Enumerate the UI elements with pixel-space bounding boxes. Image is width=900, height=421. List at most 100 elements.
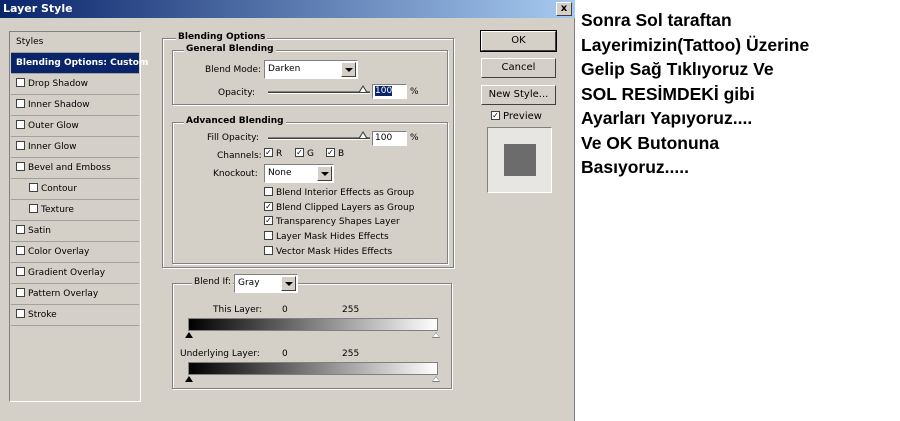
chevron-down-icon[interactable] xyxy=(341,62,356,77)
option-label: Transparency Shapes Layer xyxy=(276,217,400,228)
channel-r[interactable]: ✓ R xyxy=(264,148,282,159)
option-checkbox[interactable]: ✓ xyxy=(264,201,273,211)
option-blend-interior-effects-as-group[interactable]: Blend Interior Effects as Group xyxy=(264,187,414,198)
this-layer-black-handle[interactable] xyxy=(185,332,193,338)
opacity-slider[interactable] xyxy=(268,91,370,94)
blend-if-label: Blend If: xyxy=(192,277,234,287)
this-layer-label: This Layer: xyxy=(213,305,263,315)
blend-mode-label: Blend Mode: xyxy=(205,65,262,75)
underlying-layer-label: Underlying Layer: xyxy=(180,349,260,359)
style-item-label: Drop Shadow xyxy=(28,79,89,89)
chevron-down-icon[interactable] xyxy=(317,166,332,181)
blend-mode-select[interactable]: Darken xyxy=(264,60,358,79)
knockout-value: None xyxy=(268,168,292,178)
style-item-satin[interactable]: Satin xyxy=(11,221,139,242)
blend-mode-value: Darken xyxy=(268,64,301,74)
option-layer-mask-hides-effects[interactable]: Layer Mask Hides Effects xyxy=(264,231,389,243)
style-item-checkbox[interactable] xyxy=(16,99,25,108)
preview-swatch xyxy=(504,144,536,176)
style-item-bevel-and-emboss[interactable]: Bevel and Emboss xyxy=(11,158,139,179)
style-item-label: Color Overlay xyxy=(28,247,90,257)
style-item-pattern-overlay[interactable]: Pattern Overlay xyxy=(11,284,139,305)
style-item-checkbox[interactable] xyxy=(16,246,25,255)
style-item-outer-glow[interactable]: Outer Glow xyxy=(11,116,139,137)
styles-list: Styles Blending Options: Custom Drop Shad… xyxy=(9,31,148,402)
option-label: Layer Mask Hides Effects xyxy=(276,232,389,243)
opacity-slider-thumb[interactable] xyxy=(358,85,368,93)
knockout-select[interactable]: None xyxy=(264,164,334,183)
underlying-black-handle[interactable] xyxy=(185,376,193,382)
this-layer-white-handle[interactable] xyxy=(432,332,440,338)
this-layer-gradient xyxy=(188,318,438,331)
style-item-gradient-overlay[interactable]: Gradient Overlay xyxy=(11,263,139,284)
style-item-label: Satin xyxy=(28,226,51,236)
opacity-percent: % xyxy=(410,87,419,97)
this-layer-max: 255 xyxy=(342,305,360,315)
option-checkbox[interactable]: ✓ xyxy=(264,216,273,226)
option-label: Vector Mask Hides Effects xyxy=(276,246,393,257)
style-item-checkbox[interactable] xyxy=(16,309,25,318)
option-vector-mask-hides-effects[interactable]: Vector Mask Hides Effects xyxy=(264,245,393,257)
option-checkbox[interactable] xyxy=(264,187,273,196)
style-item-label: Inner Glow xyxy=(28,142,77,152)
channel-b[interactable]: ✓ B xyxy=(326,148,344,159)
style-item-label: Gradient Overlay xyxy=(28,268,106,278)
new-style-button[interactable]: New Style... xyxy=(481,85,556,105)
style-item-checkbox[interactable] xyxy=(29,183,38,192)
style-item-stroke[interactable]: Stroke xyxy=(11,305,139,326)
style-item-checkbox[interactable] xyxy=(16,78,25,87)
style-item-checkbox[interactable] xyxy=(16,225,25,234)
style-item-label: Contour xyxy=(41,184,77,194)
styles-header[interactable]: Styles xyxy=(11,32,139,53)
knockout-label: Knockout: xyxy=(213,169,258,179)
close-button[interactable]: x xyxy=(556,2,572,16)
style-item-checkbox[interactable] xyxy=(16,120,25,129)
style-item-label: Pattern Overlay xyxy=(28,289,99,299)
underlying-min: 0 xyxy=(282,349,288,359)
option-blend-clipped-layers-as-group[interactable]: ✓ Blend Clipped Layers as Group xyxy=(264,201,415,213)
channel-g-checkbox[interactable]: ✓ xyxy=(295,148,304,157)
style-item-checkbox[interactable] xyxy=(29,204,38,213)
this-layer-min: 0 xyxy=(282,305,288,315)
channel-g[interactable]: ✓ G xyxy=(295,148,314,159)
ok-button[interactable]: OK xyxy=(480,30,557,52)
style-item-checkbox[interactable] xyxy=(16,288,25,297)
preview-toggle[interactable]: ✓ Preview xyxy=(491,110,542,122)
fill-opacity-label: Fill Opacity: xyxy=(207,133,259,143)
style-item-blending-options-custom[interactable]: Blending Options: Custom xyxy=(11,53,148,74)
fill-opacity-slider[interactable] xyxy=(268,137,370,140)
underlying-white-handle[interactable] xyxy=(432,376,440,382)
style-item-checkbox[interactable] xyxy=(16,267,25,276)
channel-r-checkbox[interactable]: ✓ xyxy=(264,148,273,157)
style-item-contour[interactable]: Contour xyxy=(11,179,139,200)
window-title: Layer Style xyxy=(3,2,73,15)
tutorial-annotation: Sonra Sol taraftan Layerimizin(Tattoo) Ü… xyxy=(581,10,810,177)
preview-box xyxy=(487,127,552,193)
style-item-checkbox[interactable] xyxy=(16,141,25,150)
style-item-inner-shadow[interactable]: Inner Shadow xyxy=(11,95,139,116)
fill-opacity-input[interactable]: 100 xyxy=(372,131,407,146)
style-item-label: Blending Options: Custom xyxy=(16,58,149,68)
underlying-gradient xyxy=(188,362,438,375)
option-checkbox[interactable] xyxy=(264,245,273,255)
title-bar[interactable]: Layer Style x xyxy=(0,0,575,18)
style-item-color-overlay[interactable]: Color Overlay xyxy=(11,242,139,263)
style-item-inner-glow[interactable]: Inner Glow xyxy=(11,137,139,158)
option-label: Blend Clipped Layers as Group xyxy=(276,202,415,213)
fill-opacity-slider-thumb[interactable] xyxy=(358,131,368,139)
cancel-button[interactable]: Cancel xyxy=(481,58,556,78)
opacity-input[interactable]: 100 xyxy=(372,84,407,99)
general-blending-title: General Blending xyxy=(184,44,276,54)
underlying-max: 255 xyxy=(342,349,360,359)
preview-checkbox[interactable]: ✓ xyxy=(491,110,500,120)
chevron-down-icon[interactable] xyxy=(281,276,296,291)
channel-b-checkbox[interactable]: ✓ xyxy=(326,148,335,157)
preview-label: Preview xyxy=(503,111,542,122)
style-item-texture[interactable]: Texture xyxy=(11,200,139,221)
option-transparency-shapes-layer[interactable]: ✓ Transparency Shapes Layer xyxy=(264,216,400,228)
layer-style-dialog: Layer Style x Styles Blending Options: C… xyxy=(0,0,575,421)
blend-if-select[interactable]: Gray xyxy=(234,274,298,293)
style-item-drop-shadow[interactable]: Drop Shadow xyxy=(11,74,139,95)
option-checkbox[interactable] xyxy=(264,231,273,241)
style-item-checkbox[interactable] xyxy=(16,162,25,171)
